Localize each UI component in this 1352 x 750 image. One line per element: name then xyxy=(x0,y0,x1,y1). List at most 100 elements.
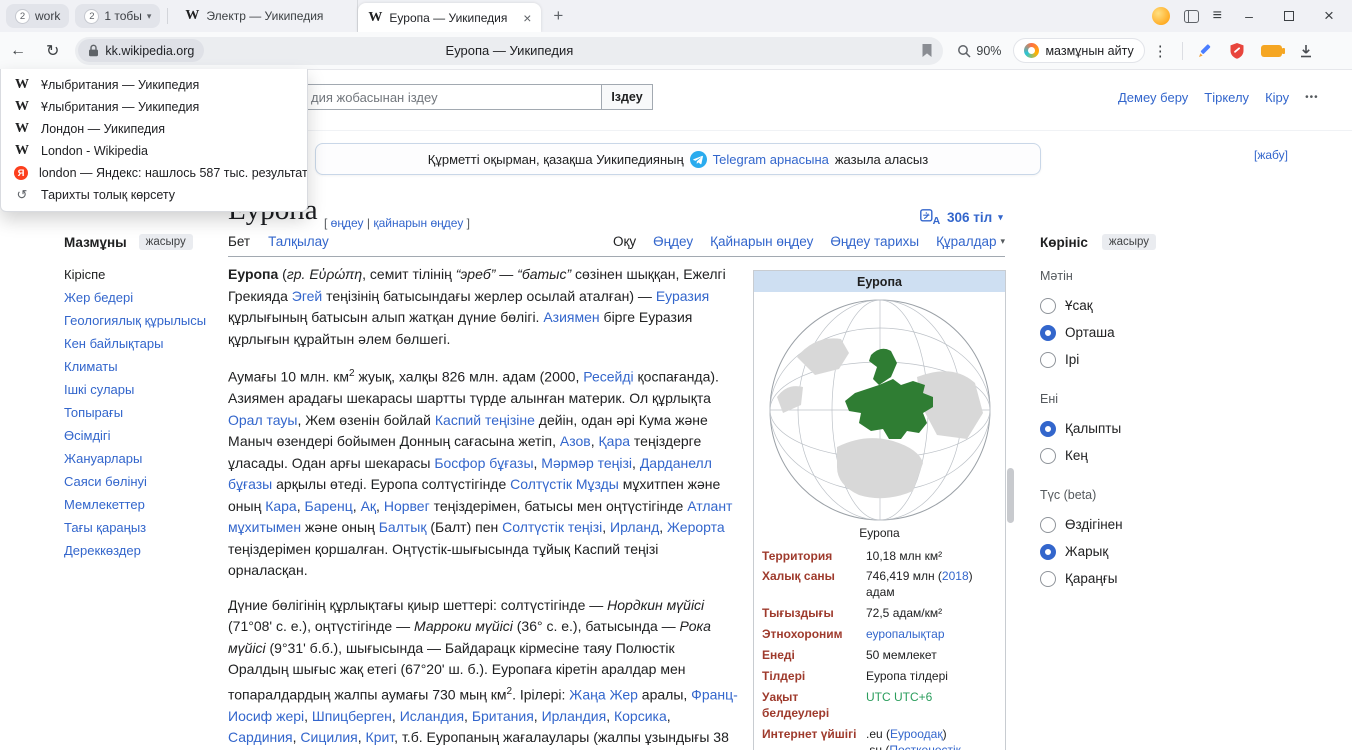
toc-item[interactable]: Саяси бөлінуі xyxy=(64,470,216,493)
toc-item[interactable]: Топырағы xyxy=(64,401,216,424)
wiki-link[interactable]: Корсика xyxy=(614,708,667,724)
downloads-icon[interactable] xyxy=(1298,43,1314,59)
radio-icon[interactable] xyxy=(1040,517,1056,533)
wiki-link[interactable]: Исландия xyxy=(400,708,464,724)
scrollbar-thumb[interactable] xyxy=(1007,468,1014,523)
toc-hide-button[interactable]: жасыру xyxy=(139,234,193,250)
more-user-options-icon[interactable]: ••• xyxy=(1305,92,1319,103)
wiki-link[interactable]: Ирландия xyxy=(542,708,607,724)
wiki-link[interactable]: Каспий теңізіне xyxy=(435,412,535,428)
wiki-link[interactable]: Солтүстік Мұзды xyxy=(510,476,619,492)
wiki-link[interactable]: Эгей xyxy=(292,288,322,304)
toc-item[interactable]: Климаты xyxy=(64,355,216,378)
radio-icon[interactable] xyxy=(1040,448,1056,464)
page-tab[interactable]: Бет xyxy=(228,234,250,249)
minimize-button[interactable]: – xyxy=(1236,8,1262,24)
wiki-link[interactable]: Баренц xyxy=(305,498,353,514)
edit-link[interactable]: өңдеу xyxy=(331,216,364,230)
user-link[interactable]: Кіру xyxy=(1265,90,1289,105)
page-tab[interactable]: Қайнарын өңдеу xyxy=(710,234,813,249)
toc-item[interactable]: Тағы қараңыз xyxy=(64,516,216,539)
wiki-link[interactable]: Ақ xyxy=(361,498,376,514)
appearance-option[interactable]: Ұсақ xyxy=(1040,292,1260,319)
wiki-link[interactable]: Қара xyxy=(599,433,631,449)
browser-tab-electr[interactable]: W Электр — Уикипедия xyxy=(175,0,358,32)
wiki-link[interactable]: 2018 xyxy=(942,569,969,583)
wiki-link[interactable]: Балтық xyxy=(379,519,427,535)
wiki-link[interactable]: Азов xyxy=(560,433,591,449)
suggestion-item[interactable]: WҰлыбритания — Уикипедия xyxy=(1,74,307,96)
wiki-link[interactable]: Орал тауы xyxy=(228,412,297,428)
wiki-link[interactable]: Еуроодақ xyxy=(890,727,943,741)
wiki-link[interactable]: Ирланд xyxy=(610,519,659,535)
banner-close-link[interactable]: [жабу] xyxy=(1254,148,1288,162)
wiki-link[interactable]: Кара xyxy=(265,498,297,514)
reload-button[interactable]: ↻ xyxy=(36,41,69,61)
wiki-link[interactable]: UTC+6 xyxy=(894,690,932,704)
appearance-option[interactable]: Жарық xyxy=(1040,538,1260,565)
wiki-link[interactable]: Еуразия xyxy=(656,288,709,304)
address-bar[interactable]: kk.wikipedia.org Еуропа — Уикипедия xyxy=(75,37,943,65)
suggestion-item[interactable]: WLondon - Wikipedia xyxy=(1,140,307,162)
appearance-option[interactable]: Қалыпты xyxy=(1040,415,1260,442)
toc-item[interactable]: Жер бедері xyxy=(64,286,216,309)
wiki-link[interactable]: Босфор бұғазы xyxy=(434,455,533,471)
pen-extension-icon[interactable] xyxy=(1197,43,1213,59)
wiki-search-button[interactable]: Іздеу xyxy=(601,84,653,110)
radio-checked-icon[interactable] xyxy=(1040,544,1056,560)
infobox-image[interactable] xyxy=(754,292,1005,523)
radio-checked-icon[interactable] xyxy=(1040,421,1056,437)
radio-icon[interactable] xyxy=(1040,571,1056,587)
wiki-link[interactable]: еуропалықтар xyxy=(866,627,945,641)
suggestion-item[interactable]: WЛондон — Уикипедия xyxy=(1,118,307,140)
suggestion-item[interactable]: Яlondon — Яндекс: нашлось 587 тыс. резул… xyxy=(1,162,307,184)
page-tab[interactable]: Талқылау xyxy=(268,234,329,249)
appearance-option[interactable]: Қараңғы xyxy=(1040,565,1260,592)
browser-tab-europa-active[interactable]: W Еуропа — Уикипедия × xyxy=(358,3,541,32)
close-window-button[interactable]: × xyxy=(1316,6,1342,26)
more-options-icon[interactable]: ⋮ xyxy=(1145,42,1176,60)
toc-item[interactable]: Кен байлықтары xyxy=(64,332,216,355)
wiki-link[interactable]: UTC xyxy=(866,690,891,704)
tab-group-1toby[interactable]: 2 1 тобы ▾ xyxy=(75,4,160,28)
adblock-shield-icon[interactable] xyxy=(1229,42,1245,60)
suggestion-item[interactable]: WҰлыбритания — Уикипедия xyxy=(1,96,307,118)
wiki-link[interactable]: Сардиния xyxy=(228,729,293,745)
toc-item[interactable]: Кіріспе xyxy=(64,263,216,286)
wiki-link[interactable]: Ресейді xyxy=(583,369,633,385)
radio-checked-icon[interactable] xyxy=(1040,325,1056,341)
source-edit-link[interactable]: қайнарын өңдеу xyxy=(373,216,463,230)
toc-item[interactable]: Жануарлары xyxy=(64,447,216,470)
read-aloud-button[interactable]: мазмұнын айту xyxy=(1013,38,1144,63)
page-tab[interactable]: Оқу xyxy=(613,234,636,249)
wiki-link[interactable]: Норвег xyxy=(384,498,430,514)
wiki-link[interactable]: Сицилия xyxy=(300,729,357,745)
appearance-option[interactable]: Орташа xyxy=(1040,319,1260,346)
close-tab-icon[interactable]: × xyxy=(523,11,531,25)
domain-chip[interactable]: kk.wikipedia.org xyxy=(78,39,204,62)
page-tab[interactable]: Құралдар▾ xyxy=(936,234,1005,249)
user-link[interactable]: Демеу беру xyxy=(1118,90,1188,105)
wiki-link[interactable]: Британия xyxy=(472,708,534,724)
new-tab-button[interactable]: + xyxy=(541,6,575,26)
wiki-link[interactable]: Мәрмәр теңізі xyxy=(541,455,632,471)
maximize-button[interactable] xyxy=(1276,8,1302,24)
back-button[interactable]: ← xyxy=(0,42,36,60)
wiki-search-input[interactable] xyxy=(298,84,602,110)
appearance-option[interactable]: Өздігінен xyxy=(1040,511,1260,538)
appearance-option[interactable]: Кең xyxy=(1040,442,1260,469)
bookmark-icon[interactable] xyxy=(921,43,933,63)
wiki-link[interactable]: Крит xyxy=(366,729,395,745)
wiki-link[interactable]: Жерорта xyxy=(667,519,725,535)
wiki-link[interactable]: Посткеңестік xyxy=(889,743,961,750)
page-tab[interactable]: Өңдеу xyxy=(653,234,693,249)
toc-item[interactable]: Мемлекеттер xyxy=(64,493,216,516)
promo-icon[interactable] xyxy=(1152,7,1170,25)
toc-item[interactable]: Геологиялық құрылысы xyxy=(64,309,216,332)
page-tab[interactable]: Өңдеу тарихы xyxy=(830,234,919,249)
wiki-link[interactable]: Шпицберген xyxy=(312,708,392,724)
toc-item[interactable]: Дереккөздер xyxy=(64,539,216,562)
hamburger-menu-icon[interactable]: ≡ xyxy=(1213,7,1222,25)
wiki-link[interactable]: Жаңа Жер xyxy=(569,686,638,702)
appearance-hide-button[interactable]: жасыру xyxy=(1102,234,1156,250)
